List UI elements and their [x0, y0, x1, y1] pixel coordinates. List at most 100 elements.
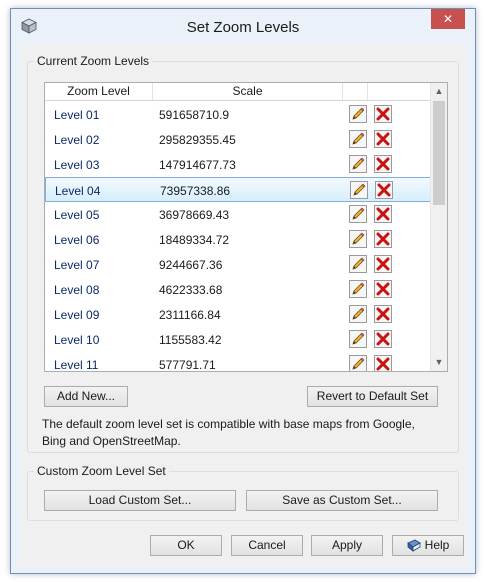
table-row[interactable]: Level 10 1155583.42	[45, 327, 431, 352]
edit-row-button[interactable]	[349, 280, 367, 298]
delete-x-icon	[376, 282, 390, 296]
table-row[interactable]: Level 09 2311166.84	[45, 302, 431, 327]
delete-row-button[interactable]	[374, 305, 392, 323]
close-button[interactable]: ✕	[431, 9, 465, 29]
table-row[interactable]: Level 08 4622333.68	[45, 277, 431, 302]
ok-button[interactable]: OK	[150, 535, 222, 556]
delete-row-button[interactable]	[374, 105, 392, 123]
delete-x-icon	[376, 157, 390, 171]
table-row[interactable]: Level 01 591658710.9	[45, 102, 431, 127]
delete-row-button[interactable]	[374, 280, 392, 298]
edit-row-button[interactable]	[349, 230, 367, 248]
delete-x-icon	[376, 207, 390, 221]
pencil-icon	[353, 183, 366, 196]
title-bar[interactable]: Set Zoom Levels ✕	[11, 9, 475, 45]
pencil-icon	[352, 257, 365, 270]
table-row[interactable]: Level 06 18489334.72	[45, 227, 431, 252]
table-row[interactable]: Level 02 295829355.45	[45, 127, 431, 152]
window-title: Set Zoom Levels	[186, 19, 300, 36]
dialog-client-area: Current Zoom Levels Zoom Level Scale Lev…	[19, 45, 467, 567]
table-row[interactable]: Level 04 73957338.86	[45, 177, 431, 202]
scroll-down-icon[interactable]: ▼	[431, 354, 447, 371]
custom-zoom-level-group: Custom Zoom Level Set Load Custom Set...…	[27, 464, 459, 521]
apply-button[interactable]: Apply	[311, 535, 383, 556]
compatibility-note: The default zoom level set is compatible…	[42, 417, 415, 448]
pencil-icon	[352, 357, 365, 370]
edit-row-button[interactable]	[349, 155, 367, 173]
edit-row-button[interactable]	[349, 305, 367, 323]
save-custom-set-button[interactable]: Save as Custom Set...	[246, 490, 438, 511]
delete-x-icon	[376, 132, 390, 146]
pencil-icon	[352, 307, 365, 320]
zoom-level-cell: Level 11	[54, 358, 99, 372]
delete-x-icon	[376, 107, 390, 121]
edit-row-button[interactable]	[349, 130, 367, 148]
delete-row-button[interactable]	[374, 230, 392, 248]
zoom-levels-grid[interactable]: Zoom Level Scale Level 01 591658710.9 Leve…	[44, 82, 448, 372]
scale-cell: 147914677.73	[159, 158, 236, 172]
zoom-level-cell: Level 02	[54, 133, 100, 147]
revert-default-button[interactable]: Revert to Default Set	[307, 386, 438, 407]
zoom-level-cell: Level 01	[54, 108, 100, 122]
edit-row-button[interactable]	[349, 255, 367, 273]
scroll-thumb[interactable]	[433, 101, 445, 205]
delete-row-button[interactable]	[374, 255, 392, 273]
zoom-level-cell: Level 03	[54, 158, 100, 172]
scale-cell: 295829355.45	[159, 133, 236, 147]
vertical-scrollbar[interactable]: ▲ ▼	[430, 83, 447, 371]
load-custom-set-button[interactable]: Load Custom Set...	[44, 490, 236, 511]
current-zoom-levels-label: Current Zoom Levels	[34, 54, 153, 68]
scale-cell: 591658710.9	[159, 108, 230, 122]
column-header-scale[interactable]: Scale	[153, 83, 343, 100]
delete-row-button[interactable]	[374, 355, 392, 371]
column-header-zoom-level[interactable]: Zoom Level	[45, 83, 153, 100]
table-row[interactable]: Level 05 36978669.43	[45, 202, 431, 227]
close-icon: ✕	[442, 12, 454, 26]
pencil-icon	[352, 282, 365, 295]
scale-cell: 36978669.43	[159, 208, 230, 222]
grid-header: Zoom Level Scale	[45, 83, 431, 101]
pencil-icon	[352, 332, 365, 345]
table-row[interactable]: Level 11 577791.71	[45, 352, 431, 372]
scale-cell: 2311166.84	[159, 308, 221, 322]
zoom-level-cell: Level 06	[54, 233, 100, 247]
scale-cell: 73957338.86	[160, 184, 231, 198]
scale-cell: 1155583.42	[159, 333, 222, 347]
table-row[interactable]: Level 03 147914677.73	[45, 152, 431, 177]
column-header-edit	[343, 83, 368, 100]
delete-x-icon	[376, 307, 390, 321]
pencil-icon	[352, 232, 365, 245]
delete-row-button[interactable]	[374, 155, 392, 173]
cancel-button[interactable]: Cancel	[231, 535, 303, 556]
table-row[interactable]: Level 07 9244667.36	[45, 252, 431, 277]
custom-zoom-level-label: Custom Zoom Level Set	[34, 464, 169, 478]
scale-cell: 18489334.72	[159, 233, 230, 247]
zoom-level-cell: Level 10	[54, 333, 100, 347]
edit-row-button[interactable]	[349, 330, 367, 348]
delete-row-button[interactable]	[374, 130, 392, 148]
pencil-icon	[352, 207, 365, 220]
zoom-level-cell: Level 05	[54, 208, 100, 222]
help-book-icon	[406, 539, 421, 552]
pencil-icon	[352, 107, 365, 120]
dialog-window: Set Zoom Levels ✕ Current Zoom Levels Zo…	[10, 8, 476, 574]
delete-row-button[interactable]	[375, 181, 393, 199]
delete-x-icon	[376, 332, 390, 346]
edit-row-button[interactable]	[349, 205, 367, 223]
add-new-button[interactable]: Add New...	[44, 386, 128, 407]
scale-cell: 4622333.68	[159, 283, 223, 297]
scale-cell: 577791.71	[159, 358, 216, 372]
edit-row-button[interactable]	[350, 181, 368, 199]
pencil-icon	[352, 132, 365, 145]
delete-row-button[interactable]	[374, 330, 392, 348]
delete-x-icon	[377, 183, 391, 197]
scroll-up-icon[interactable]: ▲	[431, 83, 447, 100]
zoom-level-cell: Level 09	[54, 308, 100, 322]
help-button[interactable]: Help	[392, 535, 464, 556]
scale-cell: 9244667.36	[159, 258, 223, 272]
help-label: Help	[424, 538, 450, 552]
delete-row-button[interactable]	[374, 205, 392, 223]
edit-row-button[interactable]	[349, 105, 367, 123]
edit-row-button[interactable]	[349, 355, 367, 371]
zoom-level-cell: Level 07	[54, 258, 100, 272]
